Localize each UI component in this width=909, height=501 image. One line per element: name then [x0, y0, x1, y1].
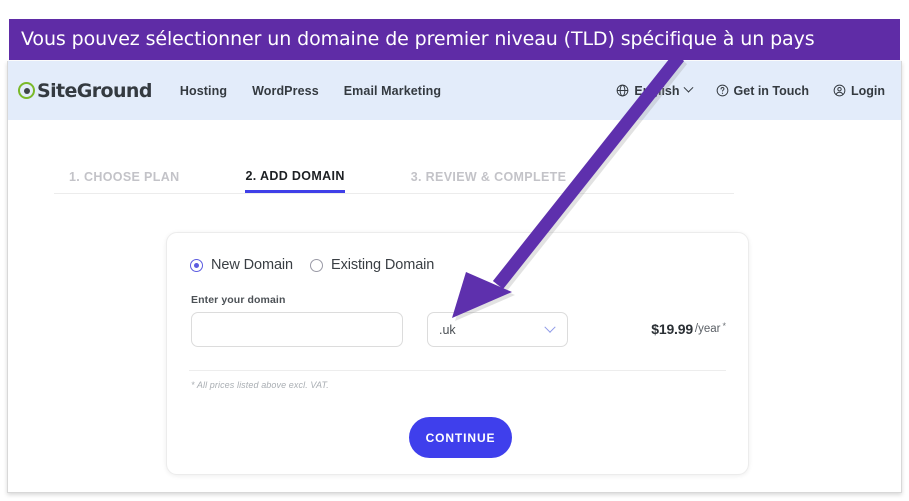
continue-button[interactable]: CONTINUE: [409, 417, 512, 458]
secondary-nav: English Get in Touch Login: [616, 61, 885, 120]
vat-footnote: * All prices listed above excl. VAT.: [191, 380, 329, 390]
get-in-touch-link[interactable]: Get in Touch: [716, 84, 809, 98]
price-amount: $19.99: [651, 321, 693, 337]
annotation-banner-text: Vous pouvez sélectionner un domaine de p…: [21, 28, 815, 50]
chevron-down-icon: [544, 321, 556, 333]
nav-item-wordpress[interactable]: WordPress: [252, 84, 319, 98]
radio-new-domain-label: New Domain: [211, 257, 293, 273]
card-divider: [189, 370, 726, 371]
nav-item-hosting[interactable]: Hosting: [180, 84, 227, 98]
step-add-domain[interactable]: 2. ADD DOMAIN: [245, 169, 345, 193]
siteground-logo[interactable]: SiteGround: [18, 80, 152, 102]
chevron-down-icon: [683, 82, 693, 93]
radio-new-domain[interactable]: New Domain: [190, 257, 293, 273]
nav-item-email-marketing[interactable]: Email Marketing: [344, 84, 441, 98]
domain-input[interactable]: [191, 312, 403, 347]
language-label: English: [634, 83, 680, 98]
annotation-banner: Vous pouvez sélectionner un domaine de p…: [9, 19, 900, 60]
globe-icon: [616, 84, 629, 97]
tld-selected-value: .uk: [439, 322, 456, 337]
price-period: /year: [694, 323, 721, 335]
question-circle-icon: [716, 84, 729, 97]
step-review-complete[interactable]: 3. REVIEW & COMPLETE: [411, 170, 567, 193]
radio-new-domain-dot: [190, 258, 203, 272]
page-frame: SiteGround Hosting WordPress Email Marke…: [7, 61, 902, 493]
primary-nav: Hosting WordPress Email Marketing: [180, 84, 441, 98]
siteground-g-icon: [18, 82, 35, 99]
user-circle-icon: [833, 84, 846, 97]
tld-select[interactable]: .uk: [427, 312, 568, 347]
get-in-touch-label: Get in Touch: [733, 83, 809, 98]
login-link[interactable]: Login: [833, 84, 885, 98]
step-choose-plan[interactable]: 1. CHOOSE PLAN: [69, 170, 179, 193]
logo-text: SiteGround: [37, 79, 152, 102]
login-label: Login: [850, 83, 885, 98]
radio-existing-domain[interactable]: Existing Domain: [310, 257, 434, 273]
add-domain-card: New Domain Existing Domain Enter your do…: [166, 232, 749, 475]
domain-type-radio-group: New Domain Existing Domain: [190, 257, 434, 273]
domain-field-label: Enter your domain: [191, 294, 286, 306]
site-header: SiteGround Hosting WordPress Email Marke…: [8, 61, 901, 120]
screenshot-root: SiteGround Hosting WordPress Email Marke…: [0, 0, 909, 501]
radio-existing-domain-dot: [310, 258, 323, 272]
radio-existing-domain-label: Existing Domain: [331, 257, 435, 273]
price-asterisk: *: [722, 321, 726, 331]
domain-price: $19.99 /year *: [651, 321, 726, 337]
language-selector[interactable]: English: [616, 82, 693, 98]
checkout-steps: 1. CHOOSE PLAN 2. ADD DOMAIN 3. REVIEW &…: [54, 169, 734, 194]
